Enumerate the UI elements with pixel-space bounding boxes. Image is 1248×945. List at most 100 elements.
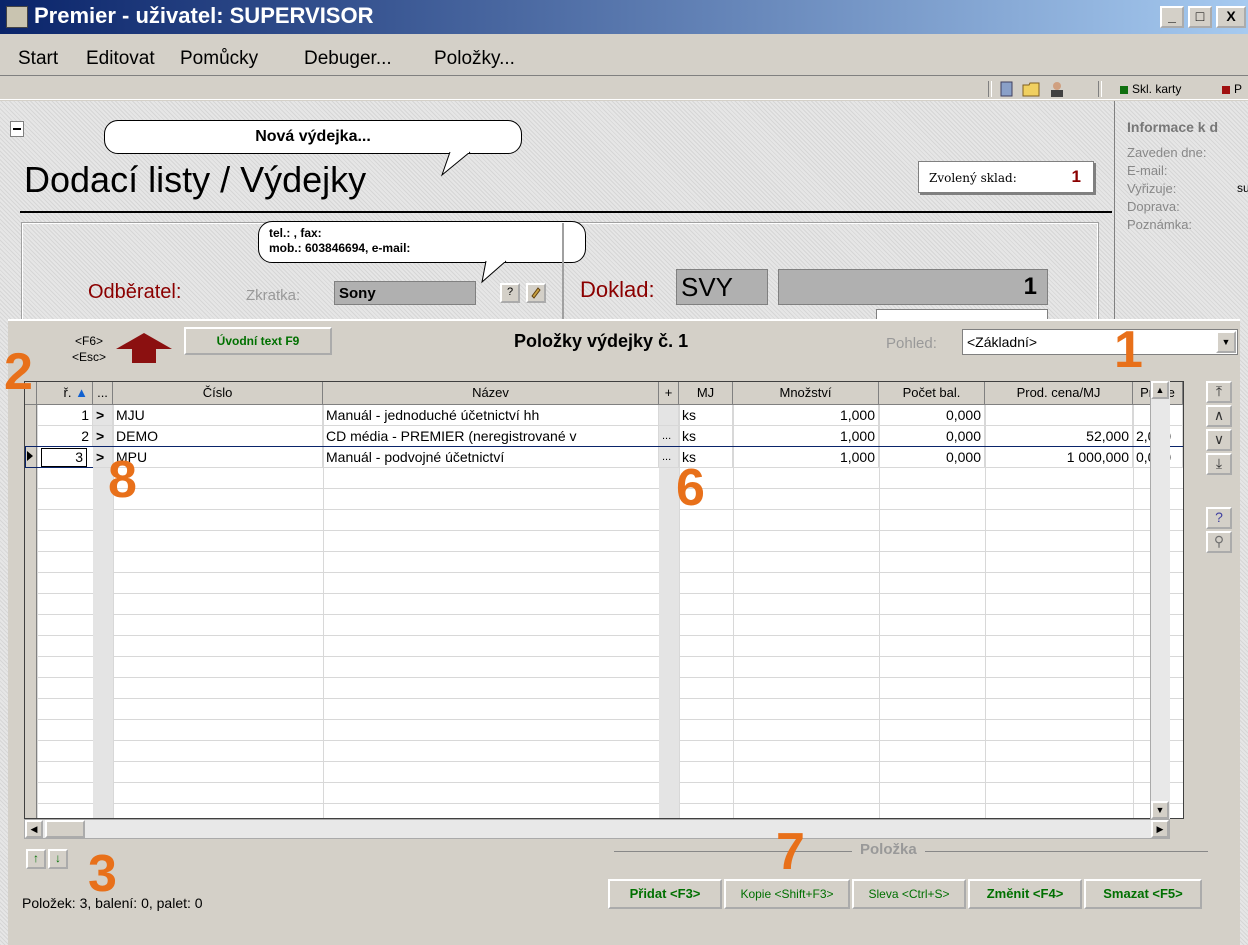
book-icon[interactable] <box>998 81 1016 97</box>
warehouse-value: 1 <box>1071 167 1081 186</box>
vertical-scrollbar[interactable]: ▲ ▼ <box>1150 381 1170 819</box>
bubble-tail <box>440 151 471 177</box>
view-select-value: <Základní> <box>967 334 1038 350</box>
current-row-indicator-icon <box>27 451 33 461</box>
minimize-button[interactable]: _ <box>1160 6 1184 28</box>
items-panel: <F6> <Esc> Úvodní text F9 Položky výdejk… <box>8 319 1240 945</box>
cell-cena <box>985 405 1133 426</box>
vertical-divider <box>562 223 564 323</box>
up-arrow-icon[interactable] <box>116 333 172 363</box>
f6-label: <F6> <box>75 334 104 348</box>
last-record-icon[interactable]: ⤓ <box>1206 453 1232 475</box>
row-expand[interactable]: > <box>93 426 113 447</box>
intro-text-button[interactable]: Úvodní text F9 <box>184 327 332 355</box>
col-header-mnozstvi[interactable]: Množství <box>733 382 879 405</box>
menu-polozky[interactable]: Položky... <box>434 48 515 70</box>
cell-cislo: MPU <box>113 447 323 468</box>
col-header-plus[interactable]: + <box>659 382 679 405</box>
dropdown-arrow-icon[interactable]: ▼ <box>1216 331 1236 353</box>
row-expand[interactable]: > <box>93 405 113 426</box>
cell-plus[interactable] <box>659 405 679 426</box>
cell-plus[interactable]: ... <box>659 426 679 447</box>
first-record-icon[interactable]: ⤒ <box>1206 381 1232 403</box>
move-down-button[interactable]: ↓ <box>48 849 68 869</box>
scroll-up-icon[interactable]: ▲ <box>1151 381 1169 399</box>
items-grid[interactable]: ř. ▲ ... Číslo Název + MJ Množství Počet… <box>24 381 1184 819</box>
col-header-mj[interactable]: MJ <box>679 382 733 405</box>
toolbar: Skl. karty P <box>0 78 1248 100</box>
col-header-pocet[interactable]: Počet bal. <box>879 382 985 405</box>
info-vyrizuje-value: su <box>1237 181 1248 195</box>
folder-icon[interactable] <box>1022 81 1040 97</box>
edit-button[interactable]: Změnit <F4> <box>968 879 1082 909</box>
item-group-label: Položka <box>852 841 925 858</box>
contact-line-2: mob.: 603846694, e-mail: <box>269 241 411 255</box>
title-divider <box>20 211 1112 213</box>
warehouse-label: Zvolený sklad: <box>929 171 1017 185</box>
sort-up-icon: ▲ <box>75 385 88 400</box>
col-header-cena[interactable]: Prod. cena/MJ <box>985 382 1133 405</box>
p-label: P <box>1234 82 1243 96</box>
cell-nazev: Manuál - podvojné účetnictví <box>323 447 659 468</box>
edit-icon[interactable] <box>526 283 546 303</box>
doc-label: Doklad: <box>580 277 655 302</box>
collapse-button[interactable] <box>10 121 24 137</box>
contact-bubble-tail <box>481 260 507 284</box>
cell-cislo: MJU <box>113 405 323 426</box>
info-doprava: Doprava: <box>1127 199 1180 214</box>
abbrev-label: Zkratka: <box>246 287 301 304</box>
toolbar-separator <box>988 81 992 97</box>
discount-button[interactable]: Sleva <Ctrl+S> <box>852 879 966 909</box>
scroll-down-icon[interactable]: ▼ <box>1151 801 1169 819</box>
menu-debuger[interactable]: Debuger... <box>304 48 392 70</box>
annotation-1: 1 <box>1114 321 1143 379</box>
annotation-6: 6 <box>676 459 705 517</box>
search-icon[interactable]: ? <box>1206 507 1232 529</box>
new-issue-bubble[interactable]: Nová výdejka... <box>104 120 522 154</box>
window-title: Premier - uživatel: SUPERVISOR <box>34 3 374 28</box>
warehouse-box[interactable]: Zvolený sklad: 1 <box>918 161 1094 193</box>
horizontal-scrollbar[interactable]: ◀ ▶ <box>24 819 1170 839</box>
row-number-edit[interactable]: 3 <box>41 448 87 467</box>
scroll-thumb[interactable] <box>45 820 85 838</box>
prev-record-icon[interactable]: ∧ <box>1206 405 1232 427</box>
view-select[interactable]: <Základní> ▼ <box>962 329 1238 355</box>
annotation-8: 8 <box>108 451 137 509</box>
maximize-button[interactable]: □ <box>1188 6 1212 28</box>
col-header-number[interactable]: ř. ▲ <box>37 382 93 405</box>
new-issue-label: Nová výdejka... <box>255 128 371 145</box>
col-header-cislo[interactable]: Číslo <box>113 382 323 405</box>
menu-editovat[interactable]: Editovat <box>86 48 155 70</box>
col-header-dots[interactable]: ... <box>93 382 113 405</box>
cell-mj: ks <box>679 405 733 426</box>
move-up-button[interactable]: ↑ <box>26 849 46 869</box>
filter-icon[interactable]: ⚲ <box>1206 531 1232 553</box>
menu-start[interactable]: Start <box>18 48 58 70</box>
scroll-left-icon[interactable]: ◀ <box>25 820 43 838</box>
annotation-3: 3 <box>88 845 117 903</box>
scroll-right-icon[interactable]: ▶ <box>1151 820 1169 838</box>
delete-button[interactable]: Smazat <F5> <box>1084 879 1202 909</box>
cell-mnozstvi: 1,000 <box>733 447 879 468</box>
toolbar-separator <box>1098 81 1102 97</box>
person-icon[interactable] <box>1048 81 1066 97</box>
copy-button[interactable]: Kopie <Shift+F3> <box>724 879 850 909</box>
page-title: Dodací listy / Výdejky <box>24 159 367 200</box>
doc-code-field[interactable]: SVY <box>676 269 768 305</box>
col-header-nazev[interactable]: Název <box>323 382 659 405</box>
abbrev-input[interactable]: Sony <box>334 281 476 305</box>
close-button[interactable]: X <box>1216 6 1246 28</box>
skl-karty-button[interactable]: Skl. karty <box>1120 82 1181 96</box>
info-email: E-mail: <box>1127 163 1168 178</box>
annotation-2: 2 <box>4 343 33 401</box>
card-icon <box>1222 85 1230 94</box>
menu-pomucky[interactable]: Pomůcky <box>180 48 258 70</box>
add-button[interactable]: Přidat <F3> <box>608 879 722 909</box>
p-button[interactable]: P <box>1222 82 1242 96</box>
next-record-icon[interactable]: ∨ <box>1206 429 1232 451</box>
doc-number-field[interactable]: 1 <box>778 269 1048 305</box>
help-button[interactable]: ? <box>500 283 520 303</box>
info-zaveden: Zaveden dne: <box>1127 145 1207 160</box>
cell-mnozstvi: 1,000 <box>733 405 879 426</box>
cell-pocet: 0,000 <box>879 447 985 468</box>
